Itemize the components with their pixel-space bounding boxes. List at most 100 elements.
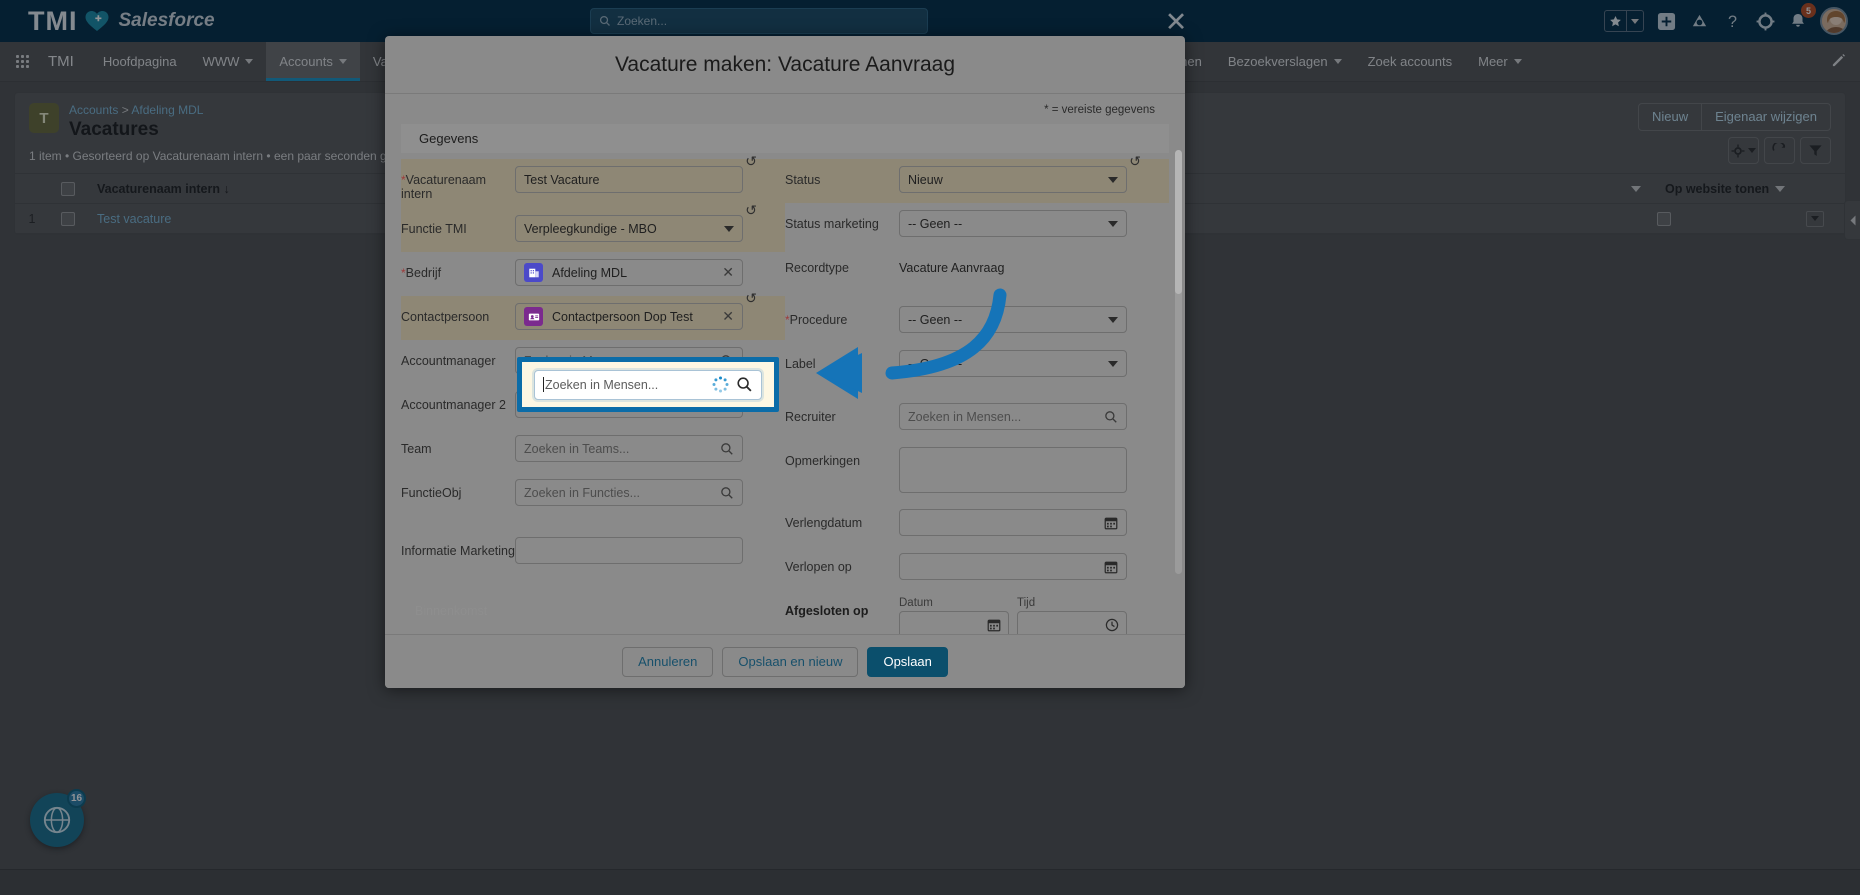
field-status-marketing: Status marketing -- Geen -- — [785, 203, 1169, 247]
modal-scrollbar-thumb[interactable] — [1175, 150, 1182, 294]
verlopen-op-date-input[interactable] — [899, 553, 1127, 580]
loading-spinner-icon — [712, 376, 729, 393]
afgesloten-op-time-input[interactable] — [1017, 611, 1127, 634]
search-placeholder: Zoeken in Mensen... — [545, 377, 659, 392]
functieobj-search[interactable]: Zoeken in Functies... — [515, 479, 743, 506]
field-placeholder: Zoeken in Teams... — [524, 441, 630, 456]
text-cursor — [543, 377, 544, 392]
field-procedure: *Procedure -- Geen -- — [785, 299, 1169, 343]
field-label-picklist: Label -- Geen -- — [785, 343, 1169, 396]
field-afgesloten-op: Afgesloten op Datum Tijd — [785, 590, 1169, 634]
field-status: Status ↺ Nieuw — [785, 153, 1169, 203]
field-label: Verlengdatum — [785, 516, 863, 530]
field-placeholder: Zoeken in Functies... — [524, 485, 641, 500]
field-label: *Bedrijf — [401, 266, 442, 280]
calendar-icon — [1104, 517, 1118, 529]
chevron-down-icon — [1108, 220, 1118, 227]
field-label: Informatie Marketing — [401, 544, 515, 558]
bedrijf-lookup[interactable]: Afdeling MDL ✕ — [515, 259, 743, 286]
search-icon — [737, 377, 752, 392]
field-label: Verlopen op — [785, 560, 852, 574]
field-value: Contactpersoon Dop Test — [552, 309, 693, 324]
field-recordtype: Recordtype Vacature Aanvraag — [785, 247, 1169, 299]
field-team: Team Zoeken in Teams... — [401, 428, 785, 472]
field-recruiter: Recruiter Zoeken in Mensen... — [785, 396, 1169, 440]
field-label: Status marketing — [785, 217, 879, 231]
field-contactpersoon: Contactpersoon ↺ Contactpersoon Dop Test… — [401, 290, 785, 340]
clock-icon — [1105, 618, 1119, 631]
save-and-new-button[interactable]: Opslaan en nieuw — [722, 646, 859, 677]
field-label: *Procedure — [785, 313, 848, 327]
field-label: Accountmanager 2 — [401, 398, 506, 412]
afgesloten-op-date-group: Datum — [899, 597, 1009, 634]
chevron-down-icon — [1108, 360, 1118, 367]
field-value: Test Vacature — [524, 172, 600, 187]
field-label: Afgesloten op — [785, 604, 869, 618]
field-bedrijf: *Bedrijf Afdeling MDL ✕ — [401, 252, 785, 296]
screen-root: TMI Salesforce Zoeken... ✕ ? 5 TMI Hoofd… — [0, 0, 1860, 895]
field-value: -- Geen -- — [908, 356, 963, 371]
field-value: Verpleegkundige - MBO — [524, 221, 657, 236]
field-label: Recruiter — [785, 410, 836, 424]
cancel-button[interactable]: Annuleren — [622, 646, 714, 677]
functie-tmi-select[interactable]: Verpleegkundige - MBO — [515, 215, 743, 242]
field-value: -- Geen -- — [908, 312, 963, 327]
afgesloten-op-date-input[interactable] — [899, 611, 1009, 634]
recordtype-value: Vacature Aanvraag — [899, 261, 1005, 275]
field-value: -- Geen -- — [908, 216, 963, 231]
modal-title: Vacature maken: Vacature Aanvraag — [614, 52, 956, 76]
contactpersoon-lookup[interactable]: Contactpersoon Dop Test ✕ — [515, 303, 743, 330]
calendar-icon — [1104, 561, 1118, 573]
field-informatie-marketing: Informatie Marketing — [401, 530, 785, 574]
required-fields-note: * = vereiste gegevens — [1044, 104, 1155, 116]
contact-icon — [524, 307, 543, 326]
undo-icon[interactable]: ↺ — [1129, 153, 1141, 170]
modal-footer: Annuleren Opslaan en nieuw Opslaan — [385, 634, 1185, 688]
accountmanager-search-focused-input[interactable]: Zoeken in Mensen... — [534, 369, 762, 400]
status-marketing-select[interactable]: -- Geen -- — [899, 210, 1127, 237]
vacaturenaam-intern-input[interactable]: Test Vacature — [515, 166, 743, 193]
status-select[interactable]: Nieuw — [899, 166, 1127, 193]
field-label: Opmerkingen — [785, 454, 861, 468]
procedure-select[interactable]: -- Geen -- — [899, 306, 1127, 333]
undo-icon[interactable]: ↺ — [745, 153, 757, 170]
field-vacaturenaam-intern: *Vacaturenaam intern ↺ Test Vacature — [401, 153, 785, 208]
section-header-gegevens: Gegevens — [401, 124, 1169, 153]
modal-header: Vacature maken: Vacature Aanvraag — [385, 36, 1185, 94]
field-label: Contactpersoon — [401, 310, 490, 324]
team-search[interactable]: Zoeken in Teams... — [515, 435, 743, 462]
field-verlopen-op: Verlopen op — [785, 546, 1169, 590]
field-value: Afdeling MDL — [552, 265, 628, 280]
search-icon — [721, 486, 733, 499]
field-label: FunctieObj — [401, 486, 462, 500]
informatie-marketing-input[interactable] — [515, 537, 743, 564]
field-label: Label — [785, 357, 816, 371]
annotation-highlight-box: Zoeken in Mensen... — [517, 357, 779, 412]
undo-icon[interactable]: ↺ — [745, 290, 757, 307]
field-label: *Vacaturenaam intern — [401, 173, 487, 201]
time-sublabel: Tijd — [1017, 597, 1036, 609]
field-functie-tmi: Functie TMI ↺ Verpleegkundige - MBO — [401, 202, 785, 252]
field-label: Team — [401, 442, 432, 456]
recruiter-search[interactable]: Zoeken in Mensen... — [899, 403, 1127, 430]
clear-icon[interactable]: ✕ — [722, 264, 734, 281]
field-opmerkingen: Opmerkingen — [785, 440, 1169, 502]
opmerkingen-textarea[interactable] — [899, 447, 1127, 493]
next-section-label: Binnenkomst — [415, 604, 488, 618]
clear-icon[interactable]: ✕ — [722, 308, 734, 325]
chevron-down-icon — [724, 225, 734, 232]
create-vacature-modal: Vacature maken: Vacature Aanvraag * = ve… — [385, 36, 1185, 688]
search-icon — [1105, 410, 1117, 423]
afgesloten-op-time-group: Tijd — [1017, 597, 1127, 634]
label-select[interactable]: -- Geen -- — [899, 350, 1127, 377]
chevron-down-icon — [1108, 176, 1118, 183]
field-verlengdatum: Verlengdatum — [785, 502, 1169, 546]
undo-icon[interactable]: ↺ — [745, 202, 757, 219]
field-label: Recordtype — [785, 261, 849, 275]
chevron-down-icon — [1108, 316, 1118, 323]
save-button[interactable]: Opslaan — [867, 646, 948, 677]
field-label: Status — [785, 173, 821, 187]
verlengdatum-date-input[interactable] — [899, 509, 1127, 536]
field-placeholder: Zoeken in Mensen... — [908, 409, 1022, 424]
search-icon — [721, 442, 733, 455]
